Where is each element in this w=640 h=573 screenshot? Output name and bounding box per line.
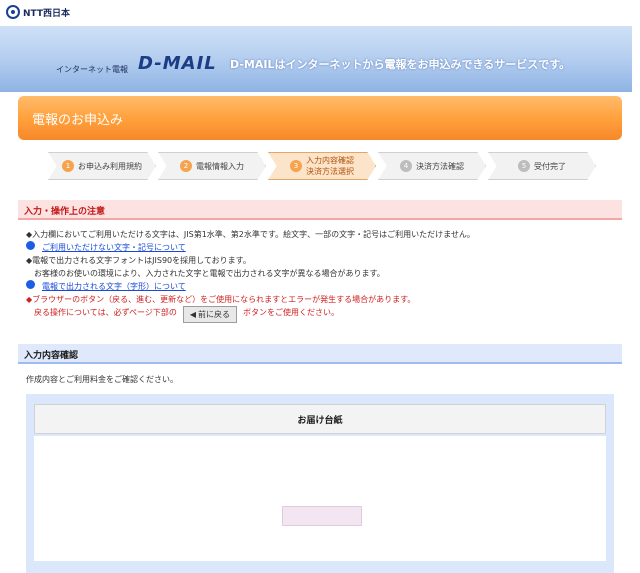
brand-name: NTT西日本 bbox=[23, 8, 71, 19]
step-4: 4 決済方法確認 bbox=[378, 152, 486, 180]
card-preview bbox=[282, 506, 362, 526]
step-label: 受付完了 bbox=[534, 161, 566, 171]
box-body bbox=[34, 436, 606, 561]
browser-page: NTT西日本 インターネット電報 D-MAIL D-MAILはインターネットから… bbox=[0, 0, 640, 573]
notice-text: お客様のお使いの環境により、入力された文字と電報で出力される文字が異なる場合があ… bbox=[34, 269, 385, 278]
step-number-icon: 5 bbox=[518, 160, 530, 172]
step-label: 入力内容確認 決済方法選択 bbox=[306, 156, 354, 176]
box-header: お届け台紙 bbox=[34, 404, 606, 434]
prev-button[interactable]: ◀ 前に戻る bbox=[182, 306, 238, 323]
notice-item: ◆電報で出力される文字フォントはJIS90を採用しております。 bbox=[26, 254, 622, 267]
dmail-logo[interactable]: D-MAIL bbox=[138, 53, 217, 74]
notice-item: お客様のお使いの環境により、入力された文字と電報で出力される文字が異なる場合があ… bbox=[26, 267, 622, 280]
notice-warning: ◆ブラウザーのボタン（戻る、進む、更新など）をご使用になられますとエラーが発生す… bbox=[26, 293, 622, 306]
back-icon: ◀ bbox=[189, 310, 197, 319]
warning-text: ボタンをご使用ください。 bbox=[243, 308, 340, 317]
step-5: 5 受付完了 bbox=[488, 152, 596, 180]
steps-progress: 1 お申込み利用規約 2 電報情報入力 3 入力内容確認 決済方法選択 4 決済… bbox=[48, 152, 596, 180]
notice-link-row: 電報で出力される文字（字形）について bbox=[26, 280, 622, 293]
hero-tagline: D-MAILはインターネットから電報をお申込みできるサービスです。 bbox=[230, 58, 571, 71]
warning-text: 戻る操作については、必ずページ下部の bbox=[34, 308, 177, 317]
step-number-icon: 1 bbox=[62, 160, 74, 172]
unsupported-chars-link[interactable]: ご利用いただけない文字・記号について bbox=[42, 241, 186, 254]
step-2: 2 電報情報入力 bbox=[158, 152, 266, 180]
step-number-icon: 3 bbox=[290, 160, 302, 172]
notice-list: ◆入力欄においてご利用いただける文字は、JIS第1水準、第2水準です。絵文字、一… bbox=[26, 228, 622, 323]
font-shape-link[interactable]: 電報で出力される文字（字形）について bbox=[42, 280, 186, 293]
box-title: お届け台紙 bbox=[297, 416, 343, 426]
notice-link-row: ご利用いただけない文字・記号について bbox=[26, 241, 622, 254]
ntt-logo-icon bbox=[6, 5, 20, 19]
link-icon bbox=[26, 280, 35, 289]
section-title: 入力内容確認 bbox=[24, 351, 79, 361]
ntt-brand[interactable]: NTT西日本 bbox=[6, 5, 70, 19]
brand-bar: NTT西日本 bbox=[0, 0, 640, 26]
page-title-bar: 電報のお申込み bbox=[18, 96, 622, 140]
notice-text: ◆電報で出力される文字フォントはJIS90を採用しております。 bbox=[26, 256, 251, 265]
intro-text: 作成内容とご利用料金をご確認ください。 bbox=[26, 375, 178, 384]
step-label: お申込み利用規約 bbox=[78, 161, 142, 171]
prev-button-label: 前に戻る bbox=[198, 310, 231, 319]
step-label: 電報情報入力 bbox=[196, 161, 244, 171]
content-area: 電報のお申込み 1 お申込み利用規約 2 電報情報入力 3 入力内容確認 決済方… bbox=[8, 92, 632, 573]
hero-banner: インターネット電報 D-MAIL D-MAILはインターネットから電報をお申込み… bbox=[0, 26, 632, 92]
notice-header: 入力・操作上の注意 bbox=[18, 200, 622, 220]
step-3: 3 入力内容確認 決済方法選択 bbox=[268, 152, 376, 180]
step-number-icon: 4 bbox=[400, 160, 412, 172]
notice-title: 入力・操作上の注意 bbox=[24, 207, 106, 217]
page-title: 電報のお申込み bbox=[32, 113, 124, 128]
notice-item: ◆入力欄においてご利用いただける文字は、JIS第1水準、第2水準です。絵文字、一… bbox=[26, 228, 622, 241]
step-label: 決済方法確認 bbox=[416, 161, 464, 171]
step-number-icon: 2 bbox=[180, 160, 192, 172]
delivery-box: お届け台紙 bbox=[26, 394, 614, 573]
notice-text: ◆入力欄においてご利用いただける文字は、JIS第1水準、第2水準です。絵文字、一… bbox=[26, 230, 475, 239]
warning-text: ◆ブラウザーのボタン（戻る、進む、更新など）をご使用になられますとエラーが発生す… bbox=[26, 295, 416, 304]
section-header: 入力内容確認 bbox=[18, 344, 622, 364]
step-1: 1 お申込み利用規約 bbox=[48, 152, 156, 180]
notice-warning: 戻る操作については、必ずページ下部の ◀ 前に戻る ボタンをご使用ください。 bbox=[26, 306, 622, 323]
link-icon bbox=[26, 241, 35, 250]
hero-subtitle: インターネット電報 bbox=[56, 65, 128, 74]
